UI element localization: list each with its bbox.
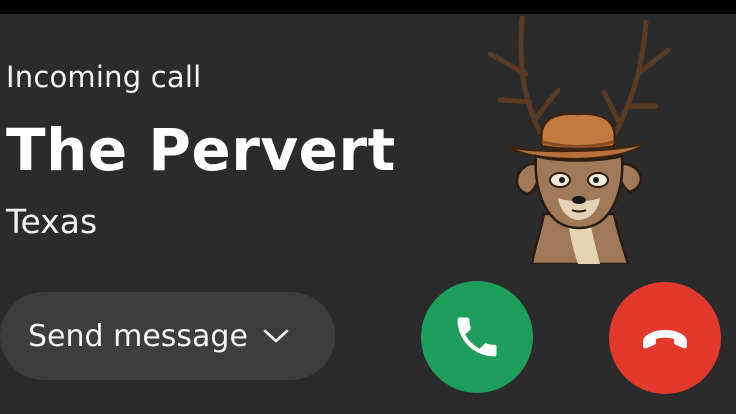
send-message-label: Send message — [28, 318, 248, 354]
status-bar — [0, 0, 736, 14]
cowboy-hat — [507, 112, 647, 161]
caller-avatar-deer-image — [487, 15, 671, 264]
chevron-down-icon — [263, 329, 289, 343]
phone-hangup-icon — [643, 330, 687, 349]
call-status-label: Incoming call — [6, 60, 202, 94]
caller-location: Texas — [6, 202, 98, 241]
send-message-button[interactable]: Send message — [0, 292, 335, 380]
answer-call-button[interactable] — [421, 281, 533, 393]
caller-name: The Pervert — [6, 116, 396, 184]
phone-icon — [457, 317, 497, 357]
decline-call-button[interactable] — [609, 282, 721, 394]
